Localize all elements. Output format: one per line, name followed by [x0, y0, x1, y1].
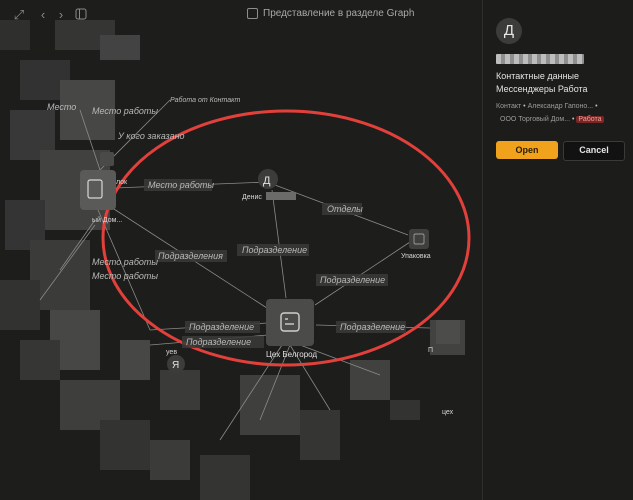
edge-label-place-of-work-left-b: Место работы: [92, 271, 158, 281]
edge-label-departments: Отделы: [327, 204, 363, 214]
cancel-button[interactable]: Cancel: [563, 141, 625, 161]
node-person[interactable]: Д Денис: [242, 169, 296, 201]
edge-label-place-of-work-top: Место работы: [92, 106, 158, 116]
edge-label-subdivision-bottom-b: Подразделение: [186, 337, 251, 347]
edge-label-subdivision-workshop: Подразделение: [340, 322, 405, 332]
graph-view-toggle[interactable]: Представление в разделе Graph: [247, 8, 414, 19]
chevron-right-icon[interactable]: ›: [54, 8, 68, 22]
meta-company[interactable]: ООО Торговый Дом...: [500, 116, 570, 123]
sidebar-toggle-icon[interactable]: [74, 8, 88, 22]
node-person-label: Денис: [242, 194, 262, 201]
meta-tag-work[interactable]: Работа: [576, 116, 604, 123]
node-bottom-left-initial: Я: [172, 360, 179, 371]
edge-label-subdivisions-left: Подразделения: [158, 251, 223, 261]
graph-toolbar: ⤢ ‹ › Представление в разделе Graph: [0, 0, 482, 30]
contact-name-redacted: [496, 54, 584, 64]
edge-label-top-cut: Работа от Контакт: [170, 96, 241, 104]
open-button[interactable]: Open: [496, 141, 558, 159]
edge-label-place-top: Место: [47, 102, 76, 112]
node-workshop-label: Цех Белгород: [266, 350, 317, 359]
meta-row-1: Контакт • Александр Гапоно... •: [496, 103, 598, 110]
node-company-label-b: ый Дом...: [92, 216, 122, 224]
node-bottom-left-label: уев: [166, 349, 177, 356]
meta-contact[interactable]: Контакт: [496, 103, 521, 110]
edge-label-subdivision-bottom-a: Подразделение: [189, 322, 254, 332]
meta-person[interactable]: Александр Гапоно...: [528, 103, 594, 110]
node-person-initial: Д: [263, 175, 271, 187]
node-workshop[interactable]: Цех Белгород: [266, 299, 317, 359]
node-person-label-redacted: [266, 192, 296, 200]
node-bottom-left[interactable]: Я уев: [166, 349, 185, 373]
chevron-left-icon[interactable]: ‹: [36, 8, 50, 22]
node-bottom-right-label: цех: [442, 409, 454, 416]
edge-label-subdivision-center: Подразделение: [242, 245, 307, 255]
graph-canvas[interactable]: Место работы Отделы Подразделение Подраз…: [0, 0, 482, 500]
messengers-work-label: Мессенджеры Работа: [496, 84, 588, 94]
edge-label-place-of-work-left-a: Место работы: [92, 257, 158, 267]
meta-row-2: ООО Торговый Дом... • Работа: [500, 116, 604, 123]
node-packaging-label: Упаковка: [401, 253, 431, 260]
avatar: Д: [496, 18, 522, 44]
graph-view-checkbox[interactable]: [247, 8, 258, 19]
node-right-label: П: [428, 347, 433, 354]
graph-view-label: Представление в разделе Graph: [263, 8, 415, 19]
edge-label-subdivision-right: Подразделение: [320, 275, 385, 285]
contact-data-label: Контактные данные: [496, 71, 580, 81]
node-company-label-a: лок: [116, 179, 128, 186]
graph-svg: Место работы Отделы Подразделение Подраз…: [0, 20, 471, 500]
edge-label-ordered-from: У кого заказано: [117, 131, 185, 141]
edge-label-place-of-work: Место работы: [148, 180, 214, 190]
expand-icon[interactable]: ⤢: [12, 8, 26, 22]
